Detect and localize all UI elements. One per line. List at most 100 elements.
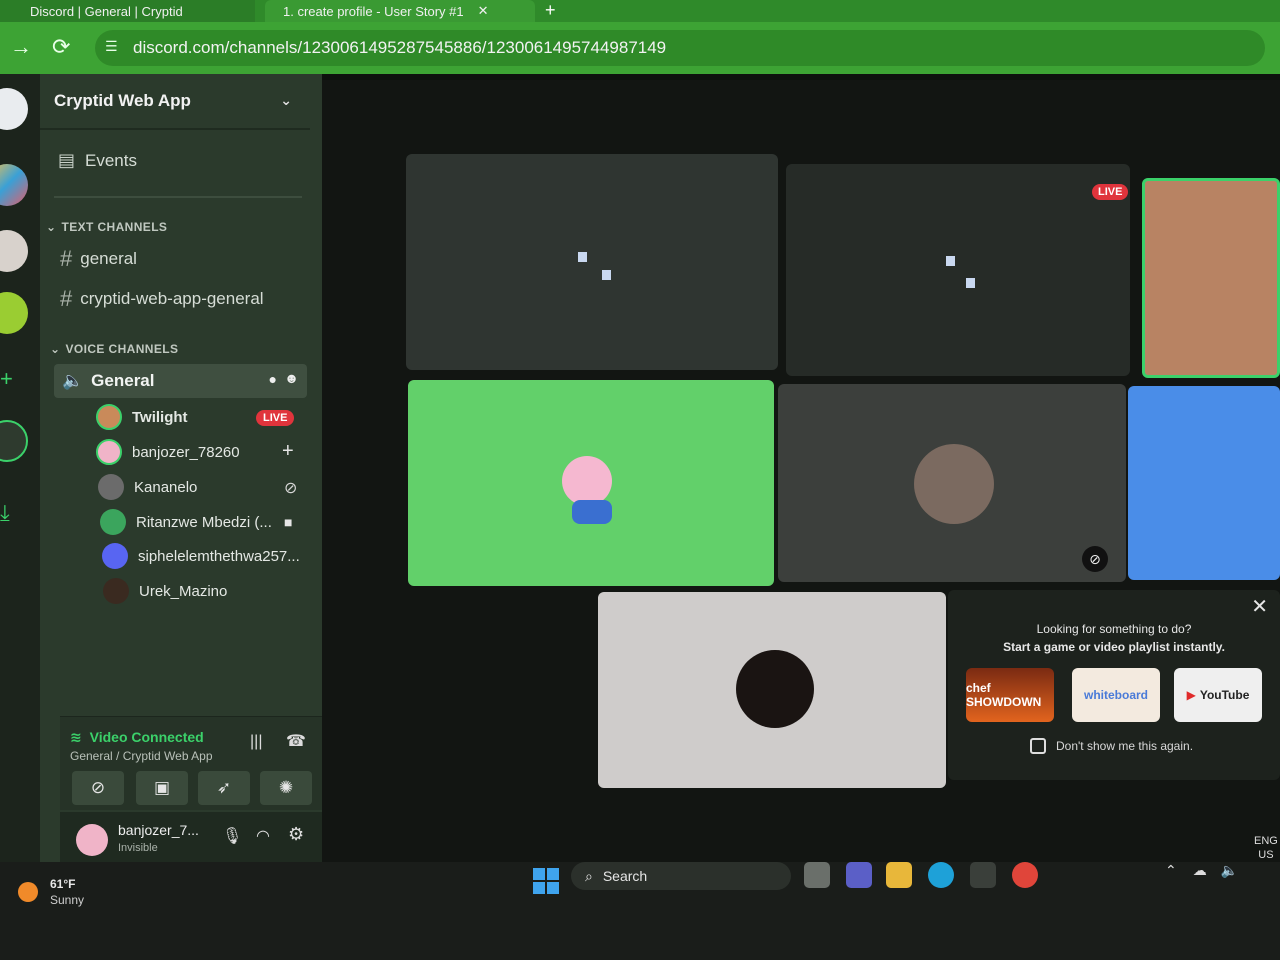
close-icon[interactable]: ✕ — [1251, 594, 1268, 619]
windows-start-icon[interactable] — [533, 868, 559, 894]
region-code: US — [1258, 849, 1274, 861]
channel-label: general — [80, 249, 137, 268]
server-name: Cryptid Web App — [54, 91, 191, 110]
site-settings-icon[interactable]: ☰ — [105, 38, 118, 55]
channel-general[interactable]: # general — [60, 246, 137, 272]
video-tile-urek[interactable] — [598, 592, 946, 788]
camera-off-icon: ⊘ — [90, 778, 106, 797]
camera-toggle-button[interactable]: ⊘ — [72, 771, 124, 805]
language-indicator[interactable]: ENG US — [1254, 834, 1278, 862]
voice-channels-category[interactable]: ⌄ VOICE CHANNELS — [50, 342, 178, 356]
weather-widget[interactable]: 61°F Sunny — [18, 876, 84, 908]
download-icon[interactable]: ⤓ — [0, 500, 10, 526]
voice-user-twilight[interactable]: Twilight — [96, 404, 188, 430]
microphone-icon[interactable]: 🎙 — [222, 826, 242, 846]
video-tile-live[interactable]: LIVE — [786, 164, 1130, 376]
avatar — [96, 404, 122, 430]
gear-icon[interactable]: ⚙ — [288, 824, 304, 845]
voice-channel-general[interactable]: 🔈 General ● ☻ — [54, 364, 307, 398]
server-icon[interactable] — [0, 230, 28, 272]
weather-condition: Sunny — [50, 893, 85, 907]
soundboard-button[interactable]: ✺ — [260, 771, 312, 805]
voice-user-kananelo[interactable]: Kananelo — [98, 474, 197, 500]
voice-user-urek[interactable]: Urek_Mazino — [103, 578, 227, 604]
dont-show-checkbox[interactable]: Don't show me this again. — [1030, 738, 1193, 754]
avatar — [102, 543, 128, 569]
add-server-icon[interactable]: + — [0, 366, 13, 392]
soundboard-icon: ✺ — [278, 778, 294, 797]
teams-icon[interactable] — [846, 862, 872, 888]
events-item[interactable]: ▤ Events — [58, 150, 137, 171]
signal-icon: ≋ — [70, 729, 82, 745]
server-header[interactable]: Cryptid Web App ⌄ — [40, 74, 310, 130]
explore-icon[interactable] — [0, 420, 28, 462]
volume-icon[interactable]: 🔈 — [1221, 862, 1238, 879]
voice-user-name: Kananelo — [134, 478, 198, 496]
chevron-up-icon[interactable]: ⌃ — [1165, 862, 1177, 879]
disconnect-icon[interactable]: ☎ — [286, 731, 306, 751]
chevron-down-icon[interactable]: ⌄ — [280, 92, 292, 109]
screen-share-button[interactable]: ▣ — [136, 771, 188, 805]
browser-tab-discord[interactable]: Discord | General | Cryptid — [0, 0, 255, 22]
video-stage: LIVE ⊘ ✕ Looking for something to do? St… — [322, 80, 1280, 862]
system-tray: ⌃ ☁ 🔈 — [1165, 862, 1238, 879]
store-icon[interactable] — [970, 862, 996, 888]
voice-user-ritanzwe[interactable]: Ritanzwe Mbedzi (... — [100, 509, 272, 535]
voice-user-banjozer[interactable]: banjozer_78260 — [96, 439, 240, 465]
browser-tab-user-story[interactable]: 1. create profile - User Story #1 ✕ — [265, 0, 535, 22]
checkbox[interactable] — [1030, 738, 1046, 754]
file-explorer-icon[interactable] — [886, 862, 912, 888]
text-channels-category[interactable]: ⌄ TEXT CHANNELS — [46, 220, 167, 234]
avatar[interactable] — [76, 824, 108, 856]
voice-status[interactable]: ≋ Video Connected — [70, 729, 204, 746]
activity-chef-showdown[interactable]: chef SHOWDOWN — [966, 668, 1054, 722]
speaker-icon: 🔈 — [62, 371, 84, 390]
server-icon[interactable] — [0, 292, 28, 334]
video-tile-screen-share[interactable] — [408, 380, 774, 586]
language-code: ENG — [1254, 835, 1278, 847]
activities-button[interactable]: ➶ — [198, 771, 250, 805]
activity-whiteboard[interactable]: whiteboard — [1072, 668, 1160, 722]
network-icon[interactable]: ☁ — [1193, 862, 1207, 879]
category-label: TEXT CHANNELS — [61, 220, 168, 234]
voice-user-siphelele[interactable]: siphelelemthethwa257... — [102, 543, 300, 569]
reload-icon[interactable]: ⟳ — [52, 34, 70, 60]
server-icon[interactable] — [0, 164, 28, 206]
voice-user-name: Ritanzwe Mbedzi (... — [136, 513, 272, 531]
edge-icon[interactable] — [928, 862, 954, 888]
video-tile-kananelo[interactable]: ⊘ — [778, 384, 1126, 582]
chat-bubble-icon[interactable]: ● — [269, 371, 277, 387]
headphones-icon[interactable]: ◠ — [256, 826, 270, 846]
avatar — [98, 474, 124, 500]
user-panel: banjozer_7... Invisible 🎙 ◠ ⚙ — [60, 812, 322, 864]
video-tile-speaking[interactable] — [1142, 178, 1280, 378]
plus-icon[interactable]: + — [282, 440, 294, 463]
calendar-icon: ▤ — [58, 150, 76, 170]
voice-user-name: siphelelemthethwa257... — [138, 547, 300, 565]
activity-youtube[interactable]: ▶ YouTube — [1174, 668, 1262, 722]
task-view-icon[interactable] — [804, 862, 830, 888]
noise-suppression-icon[interactable]: ||| — [250, 733, 262, 751]
user-status: Invisible — [118, 842, 158, 854]
url-field[interactable]: ☰ discord.com/channels/12300614952875458… — [95, 30, 1265, 66]
loading-icon — [966, 278, 975, 288]
discord-home-icon[interactable] — [0, 88, 28, 130]
video-tile[interactable] — [1128, 386, 1280, 580]
forward-arrow-icon[interactable]: → — [10, 34, 32, 60]
close-icon[interactable]: ✕ — [478, 3, 489, 19]
username[interactable]: banjozer_7... — [118, 822, 199, 838]
url-text: discord.com/channels/1230061495287545886… — [133, 38, 667, 57]
live-badge: LIVE — [1092, 184, 1129, 200]
chrome-icon[interactable] — [1012, 862, 1038, 888]
taskbar-search[interactable]: ⌕ Search — [571, 862, 791, 890]
voice-user-name: Urek_Mazino — [139, 582, 228, 600]
loading-icon — [578, 252, 587, 262]
add-member-icon[interactable]: ☻ — [284, 370, 299, 386]
chevron-down-icon: ⌄ — [50, 342, 61, 356]
new-tab-button[interactable]: + — [545, 0, 556, 20]
video-tile[interactable] — [406, 154, 778, 370]
channel-cryptid-web-app-general[interactable]: # cryptid-web-app-general — [60, 286, 264, 312]
voice-user-name: banjozer_78260 — [132, 443, 240, 461]
tab-title: Discord | General | Cryptid — [30, 3, 183, 19]
hash-icon: # — [60, 246, 73, 271]
